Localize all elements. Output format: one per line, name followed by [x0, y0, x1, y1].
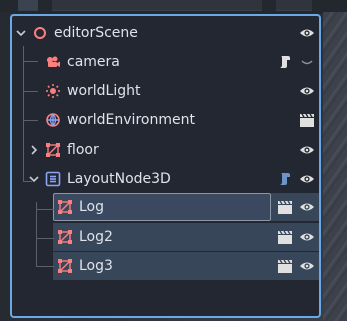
sun-light-icon	[46, 84, 60, 98]
tree-item-label: editorScene	[54, 25, 138, 41]
visibility-hidden-icon[interactable]	[299, 54, 315, 70]
visibility-eye-icon[interactable]	[299, 199, 315, 215]
visibility-eye-icon[interactable]	[299, 258, 315, 274]
clapperboard-icon[interactable]	[277, 199, 293, 215]
tree-item-label: worldEnvironment	[67, 112, 195, 128]
mesh-instance-icon	[58, 230, 72, 244]
mesh-instance-icon	[58, 259, 72, 273]
tree-item-floor[interactable]: floor	[12, 136, 319, 164]
expand-arrow-icon[interactable]	[28, 144, 40, 156]
tab-strip	[0, 0, 347, 14]
tree-item-label: worldLight	[67, 83, 141, 99]
tree-item-editorscene[interactable]: editorScene	[12, 19, 319, 47]
collapse-arrow-icon[interactable]	[15, 27, 27, 39]
tree-item-label: Log2	[79, 229, 113, 245]
editor-window: editorScene camera worldLight worldEnvir…	[0, 0, 347, 321]
tree-item-label: LayoutNode3D	[67, 171, 171, 187]
tree-item-label: floor	[67, 142, 99, 158]
clapperboard-icon[interactable]	[299, 112, 315, 128]
camera-icon	[47, 56, 60, 67]
tree-item-worldenvironment[interactable]: worldEnvironment	[12, 106, 319, 134]
tab-active-fragment[interactable]	[18, 0, 38, 11]
visibility-eye-icon[interactable]	[299, 25, 315, 41]
visibility-eye-icon[interactable]	[299, 171, 315, 187]
mesh-instance-icon	[46, 143, 60, 157]
clapperboard-icon[interactable]	[277, 229, 293, 245]
tree-item-label: camera	[67, 54, 120, 70]
tree-item-label: Log	[79, 199, 105, 215]
scene-tree-panel[interactable]: editorScene camera worldLight worldEnvir…	[10, 14, 321, 318]
world-environment-icon	[46, 113, 60, 127]
tree-item-label: Log3	[79, 258, 113, 274]
script-icon[interactable]	[277, 54, 293, 70]
clapperboard-icon[interactable]	[277, 258, 293, 274]
tree-item-log2[interactable]: Log2	[12, 223, 319, 251]
node-3d-root-icon	[34, 27, 46, 39]
tree-item-layoutnode3d[interactable]: LayoutNode3D	[12, 165, 319, 193]
tab-fragment-right[interactable]	[276, 0, 312, 11]
layout-node-icon	[45, 171, 61, 187]
visibility-eye-icon[interactable]	[299, 83, 315, 99]
tree-item-worldlight[interactable]: worldLight	[12, 77, 319, 105]
collapse-arrow-icon[interactable]	[28, 173, 40, 185]
tree-item-log[interactable]: Log	[12, 193, 319, 221]
tree-item-log3[interactable]: Log3	[12, 252, 319, 280]
visibility-eye-icon[interactable]	[299, 229, 315, 245]
visibility-eye-icon[interactable]	[299, 142, 315, 158]
viewport-background	[323, 12, 347, 321]
tab-fragment[interactable]	[52, 0, 262, 11]
left-dock-edge	[0, 12, 10, 321]
script-icon[interactable]	[277, 171, 293, 187]
mesh-instance-icon	[58, 200, 72, 214]
tree-item-camera[interactable]: camera	[12, 48, 319, 76]
